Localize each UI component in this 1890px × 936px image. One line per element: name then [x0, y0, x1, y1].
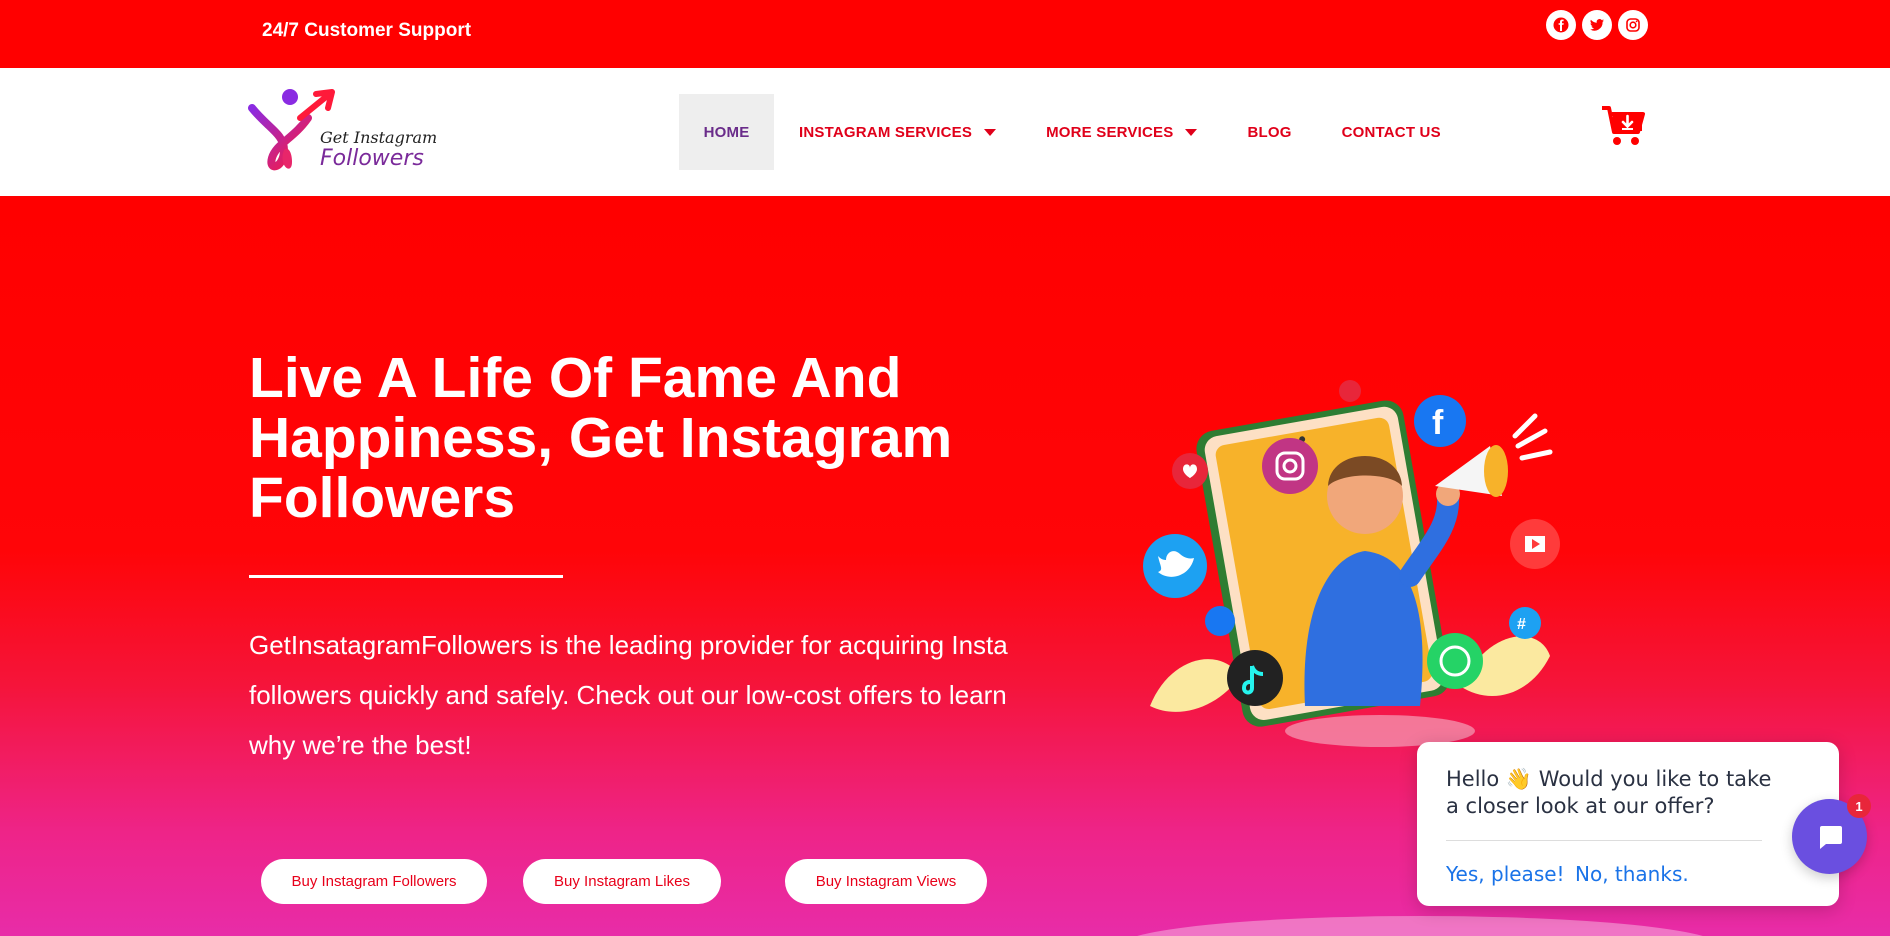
logo-text-line1: Get Instagram: [320, 128, 438, 147]
nav-blog[interactable]: BLOG: [1222, 94, 1316, 170]
chat-separator: [1446, 840, 1762, 841]
chat-notification-badge: 1: [1847, 794, 1871, 818]
svg-text:#: #: [1517, 616, 1526, 633]
hero-description: GetInsatagramFollowers is the leading pr…: [249, 630, 1008, 760]
nav-home[interactable]: HOME: [679, 94, 774, 170]
nav-more-services[interactable]: MORE SERVICES: [1021, 94, 1222, 170]
title-divider: [249, 575, 563, 578]
buy-followers-button[interactable]: Buy Instagram Followers: [261, 859, 487, 904]
hero-title: Live A Life Of Fame And Happiness, Get I…: [249, 346, 953, 530]
twitter-icon[interactable]: [1582, 10, 1612, 40]
nav-instagram-services-label: INSTAGRAM SERVICES: [799, 123, 973, 141]
main-header: Get Instagram Followers HOME INSTAGRAM S…: [0, 68, 1890, 196]
chat-yes-button[interactable]: Yes, please!: [1446, 862, 1565, 886]
main-navigation: HOME INSTAGRAM SERVICES MORE SERVICES BL…: [679, 94, 1466, 170]
chat-popup: Hello 👋 Would you like to take a closer …: [1417, 742, 1839, 906]
nav-more-services-label: MORE SERVICES: [1046, 123, 1174, 141]
chat-message: Hello 👋 Would you like to take a closer …: [1446, 767, 1772, 818]
chevron-down-icon: [984, 128, 997, 136]
nav-contact-us[interactable]: CONTACT US: [1317, 94, 1466, 170]
social-links: [1546, 10, 1648, 40]
svg-text:f: f: [1432, 404, 1444, 442]
chat-no-button[interactable]: No, thanks.: [1575, 862, 1689, 886]
decorative-wave: [1120, 916, 1720, 936]
logo-text-line2: Followers: [320, 146, 424, 171]
chat-bubble-icon: [1819, 825, 1842, 849]
instagram-icon[interactable]: [1618, 10, 1648, 40]
cart-download-icon[interactable]: [1600, 104, 1646, 148]
social-media-illustration: f #: [1143, 380, 1560, 747]
customer-support-text: 24/7 Customer Support: [262, 20, 472, 41]
nav-instagram-services[interactable]: INSTAGRAM SERVICES: [774, 94, 1021, 170]
buy-views-button[interactable]: Buy Instagram Views: [785, 859, 987, 904]
top-bar: 24/7 Customer Support: [0, 0, 1890, 68]
hero-section: Live A Life Of Fame And Happiness, Get I…: [0, 196, 1890, 936]
facebook-icon[interactable]: [1546, 10, 1576, 40]
chevron-down-icon: [1185, 128, 1198, 136]
site-logo[interactable]: Get Instagram Followers: [248, 88, 438, 180]
buy-likes-button[interactable]: Buy Instagram Likes: [523, 859, 721, 904]
